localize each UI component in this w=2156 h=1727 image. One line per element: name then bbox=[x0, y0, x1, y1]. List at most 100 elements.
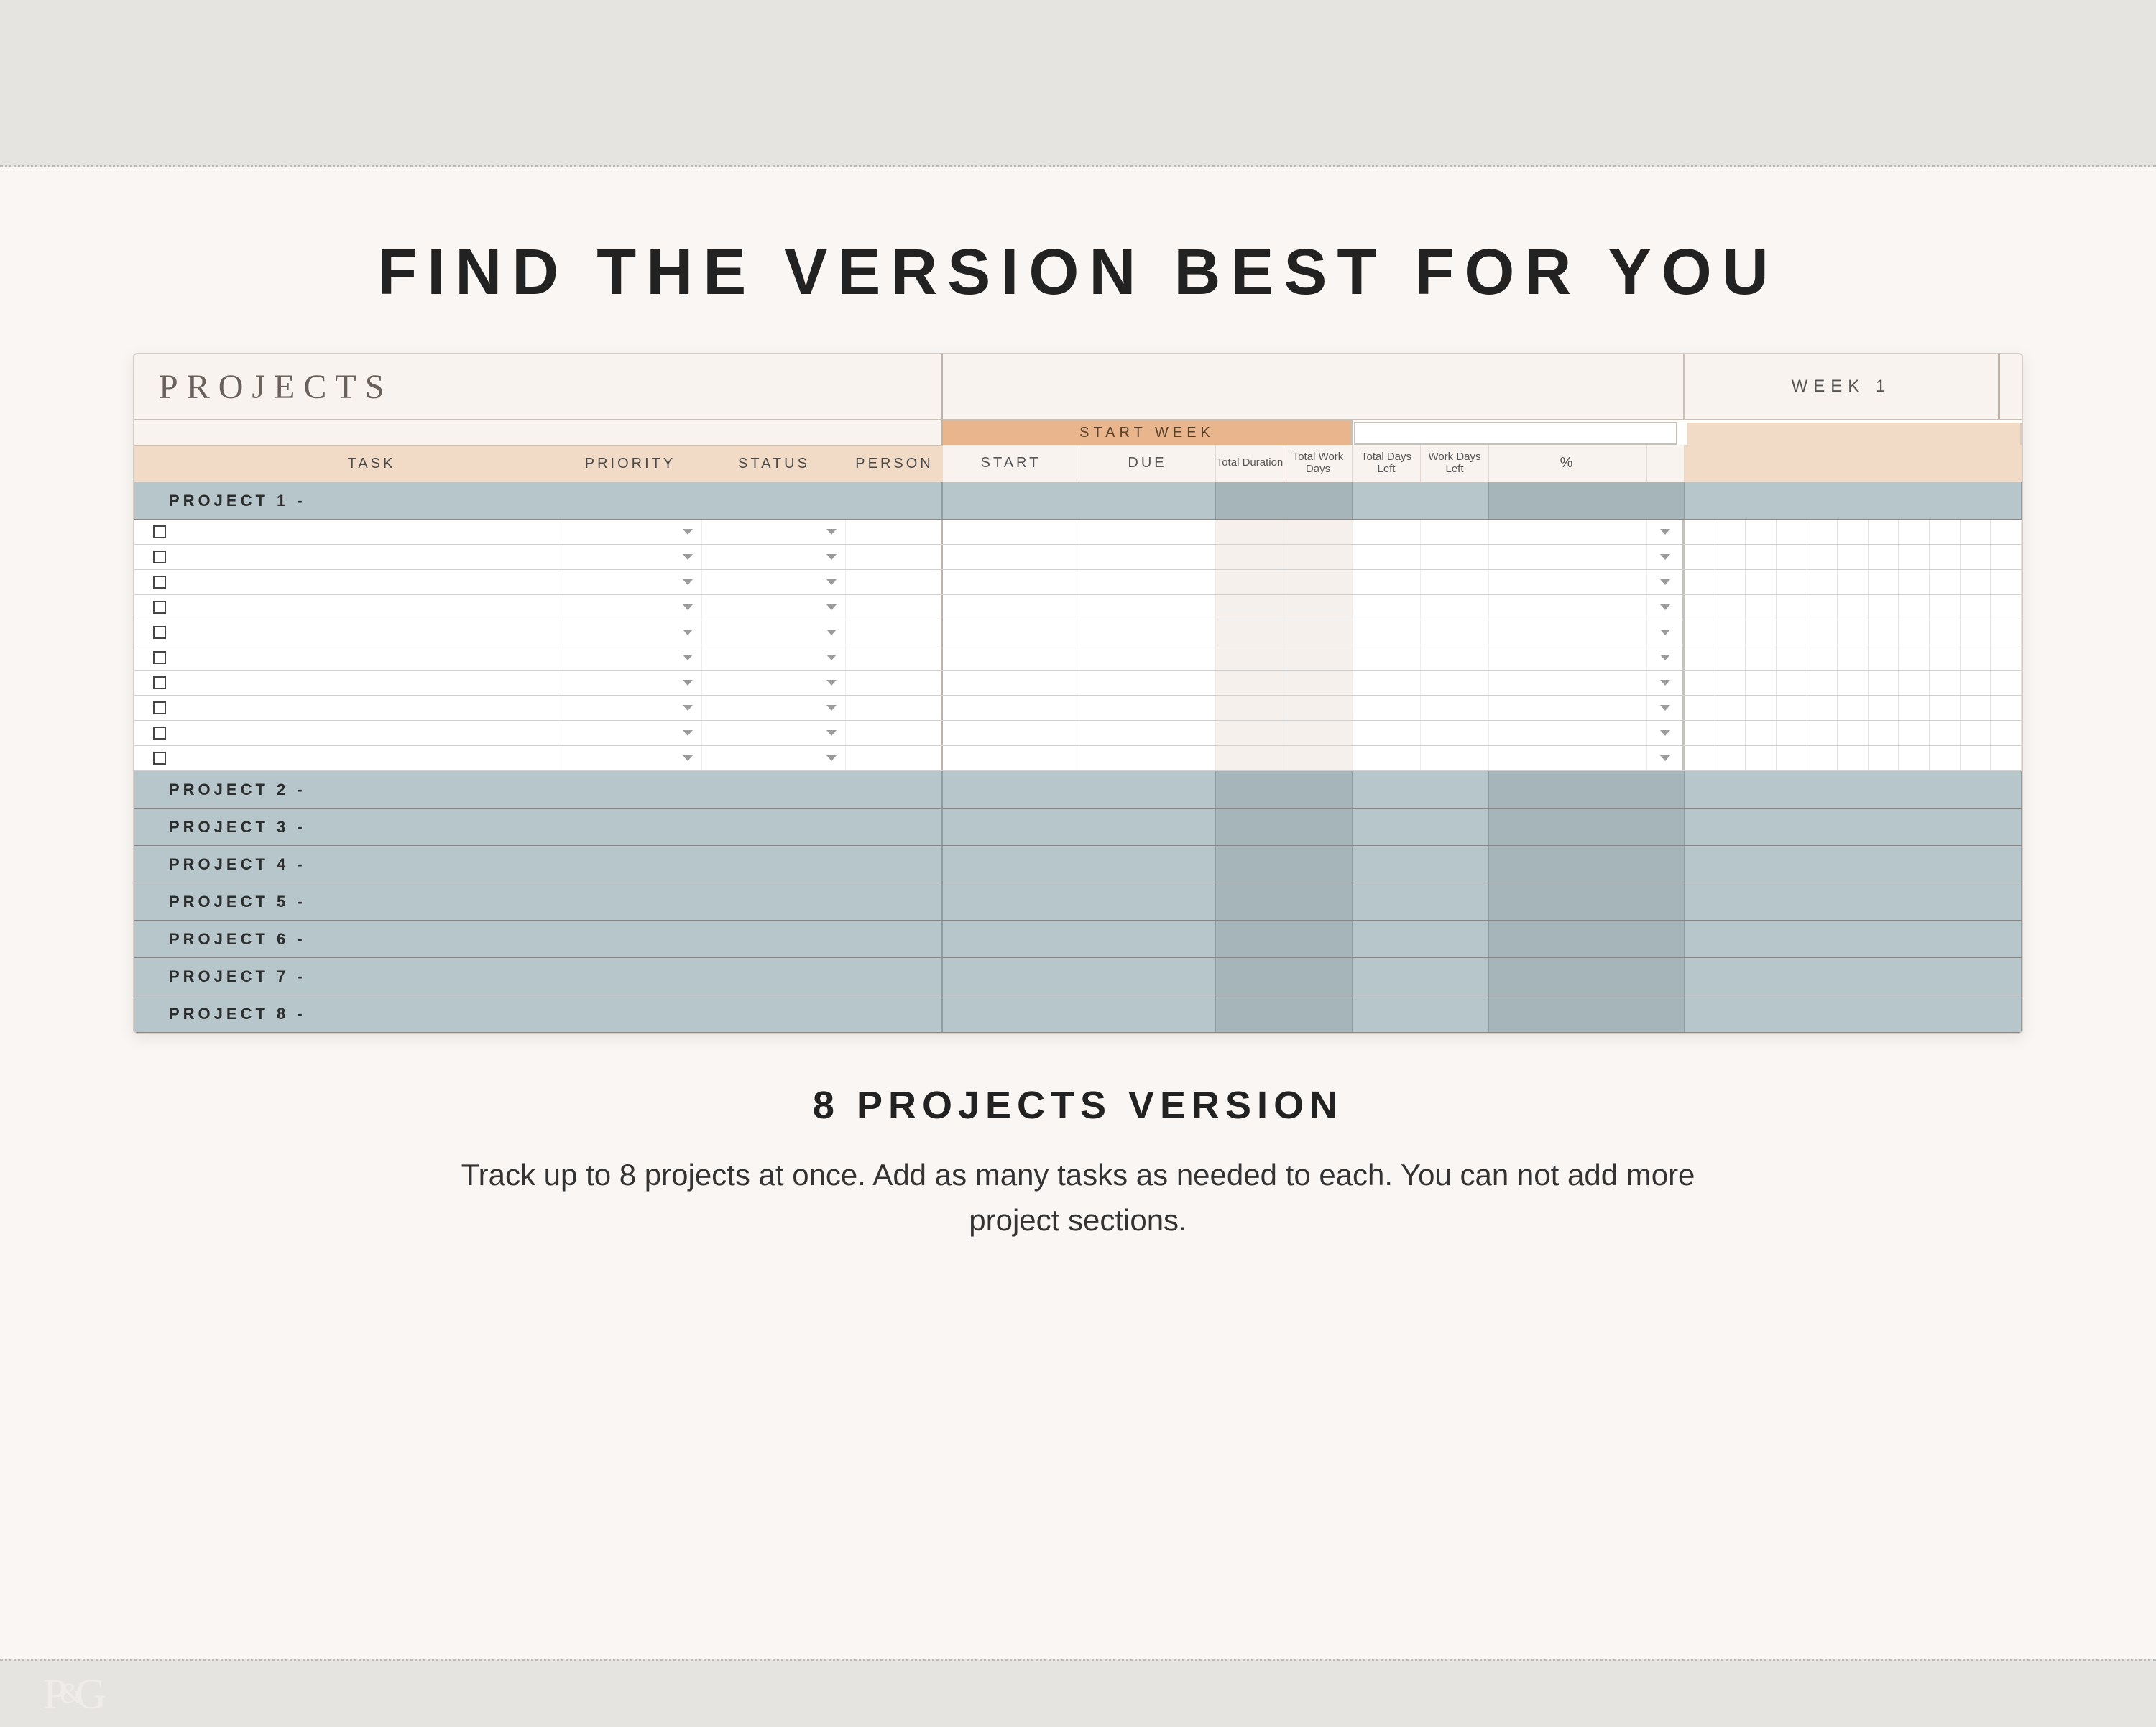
task-row[interactable] bbox=[134, 645, 2022, 671]
task-checkbox[interactable] bbox=[134, 620, 185, 645]
due-date-cell[interactable] bbox=[1079, 520, 1216, 544]
row-dropdown[interactable] bbox=[1647, 671, 1685, 695]
row-dropdown[interactable] bbox=[1647, 620, 1685, 645]
task-name-cell[interactable] bbox=[185, 520, 558, 544]
priority-dropdown[interactable] bbox=[558, 645, 702, 670]
task-row[interactable] bbox=[134, 746, 2022, 771]
row-dropdown[interactable] bbox=[1647, 570, 1685, 594]
task-name-cell[interactable] bbox=[185, 746, 558, 770]
project-header-row[interactable]: PROJECT 5 - bbox=[134, 883, 2022, 921]
row-dropdown[interactable] bbox=[1647, 645, 1685, 670]
task-name-cell[interactable] bbox=[185, 570, 558, 594]
task-checkbox[interactable] bbox=[134, 570, 185, 594]
due-date-cell[interactable] bbox=[1079, 595, 1216, 620]
status-dropdown[interactable] bbox=[702, 545, 846, 569]
task-checkbox[interactable] bbox=[134, 545, 185, 569]
task-checkbox[interactable] bbox=[134, 671, 185, 695]
person-cell[interactable] bbox=[846, 696, 943, 720]
task-name-cell[interactable] bbox=[185, 645, 558, 670]
start-date-cell[interactable] bbox=[943, 595, 1079, 620]
row-dropdown[interactable] bbox=[1647, 746, 1685, 770]
row-dropdown[interactable] bbox=[1647, 595, 1685, 620]
status-dropdown[interactable] bbox=[702, 696, 846, 720]
priority-dropdown[interactable] bbox=[558, 671, 702, 695]
project-header-row[interactable]: PROJECT 8 - bbox=[134, 995, 2022, 1033]
page-title: FIND THE VERSION BEST FOR YOU bbox=[0, 167, 2156, 353]
status-dropdown[interactable] bbox=[702, 746, 846, 770]
task-checkbox[interactable] bbox=[134, 721, 185, 745]
task-checkbox[interactable] bbox=[134, 520, 185, 544]
person-cell[interactable] bbox=[846, 746, 943, 770]
priority-dropdown[interactable] bbox=[558, 595, 702, 620]
project-header-row[interactable]: PROJECT 2 - bbox=[134, 771, 2022, 809]
project-header-row[interactable]: PROJECT 3 - bbox=[134, 809, 2022, 846]
due-date-cell[interactable] bbox=[1079, 746, 1216, 770]
task-name-cell[interactable] bbox=[185, 696, 558, 720]
project-header-row[interactable]: PROJECT 6 - bbox=[134, 921, 2022, 958]
start-date-cell[interactable] bbox=[943, 696, 1079, 720]
task-checkbox[interactable] bbox=[134, 595, 185, 620]
person-cell[interactable] bbox=[846, 570, 943, 594]
task-checkbox[interactable] bbox=[134, 645, 185, 670]
priority-dropdown[interactable] bbox=[558, 545, 702, 569]
due-date-cell[interactable] bbox=[1079, 545, 1216, 569]
due-date-cell[interactable] bbox=[1079, 620, 1216, 645]
due-date-cell[interactable] bbox=[1079, 671, 1216, 695]
due-date-cell[interactable] bbox=[1079, 570, 1216, 594]
project-header-row[interactable]: PROJECT 4 - bbox=[134, 846, 2022, 883]
status-dropdown[interactable] bbox=[702, 721, 846, 745]
task-checkbox[interactable] bbox=[134, 696, 185, 720]
task-name-cell[interactable] bbox=[185, 620, 558, 645]
task-row[interactable] bbox=[134, 671, 2022, 696]
task-row[interactable] bbox=[134, 570, 2022, 595]
status-dropdown[interactable] bbox=[702, 570, 846, 594]
priority-dropdown[interactable] bbox=[558, 721, 702, 745]
person-cell[interactable] bbox=[846, 595, 943, 620]
project-header-row[interactable]: PROJECT 1 - bbox=[134, 482, 2022, 520]
status-dropdown[interactable] bbox=[702, 520, 846, 544]
task-row[interactable] bbox=[134, 721, 2022, 746]
row-dropdown[interactable] bbox=[1647, 721, 1685, 745]
task-name-cell[interactable] bbox=[185, 721, 558, 745]
start-date-cell[interactable] bbox=[943, 620, 1079, 645]
status-dropdown[interactable] bbox=[702, 645, 846, 670]
person-cell[interactable] bbox=[846, 545, 943, 569]
start-date-cell[interactable] bbox=[943, 746, 1079, 770]
person-cell[interactable] bbox=[846, 721, 943, 745]
start-date-cell[interactable] bbox=[943, 671, 1079, 695]
person-cell[interactable] bbox=[846, 671, 943, 695]
row-dropdown[interactable] bbox=[1647, 520, 1685, 544]
priority-dropdown[interactable] bbox=[558, 520, 702, 544]
due-date-cell[interactable] bbox=[1079, 721, 1216, 745]
task-row[interactable] bbox=[134, 595, 2022, 620]
due-date-cell[interactable] bbox=[1079, 645, 1216, 670]
status-dropdown[interactable] bbox=[702, 595, 846, 620]
task-row[interactable] bbox=[134, 545, 2022, 570]
task-name-cell[interactable] bbox=[185, 595, 558, 620]
start-date-cell[interactable] bbox=[943, 520, 1079, 544]
priority-dropdown[interactable] bbox=[558, 696, 702, 720]
task-checkbox[interactable] bbox=[134, 746, 185, 770]
task-name-cell[interactable] bbox=[185, 545, 558, 569]
start-date-cell[interactable] bbox=[943, 721, 1079, 745]
priority-dropdown[interactable] bbox=[558, 746, 702, 770]
task-row[interactable] bbox=[134, 620, 2022, 645]
start-date-cell[interactable] bbox=[943, 570, 1079, 594]
priority-dropdown[interactable] bbox=[558, 570, 702, 594]
status-dropdown[interactable] bbox=[702, 620, 846, 645]
due-date-cell[interactable] bbox=[1079, 696, 1216, 720]
start-date-cell[interactable] bbox=[943, 645, 1079, 670]
status-dropdown[interactable] bbox=[702, 671, 846, 695]
task-row[interactable] bbox=[134, 696, 2022, 721]
start-date-cell[interactable] bbox=[943, 545, 1079, 569]
start-week-input[interactable] bbox=[1354, 422, 1677, 445]
priority-dropdown[interactable] bbox=[558, 620, 702, 645]
row-dropdown[interactable] bbox=[1647, 696, 1685, 720]
person-cell[interactable] bbox=[846, 620, 943, 645]
task-name-cell[interactable] bbox=[185, 671, 558, 695]
project-header-row[interactable]: PROJECT 7 - bbox=[134, 958, 2022, 995]
person-cell[interactable] bbox=[846, 645, 943, 670]
row-dropdown[interactable] bbox=[1647, 545, 1685, 569]
task-row[interactable] bbox=[134, 520, 2022, 545]
person-cell[interactable] bbox=[846, 520, 943, 544]
